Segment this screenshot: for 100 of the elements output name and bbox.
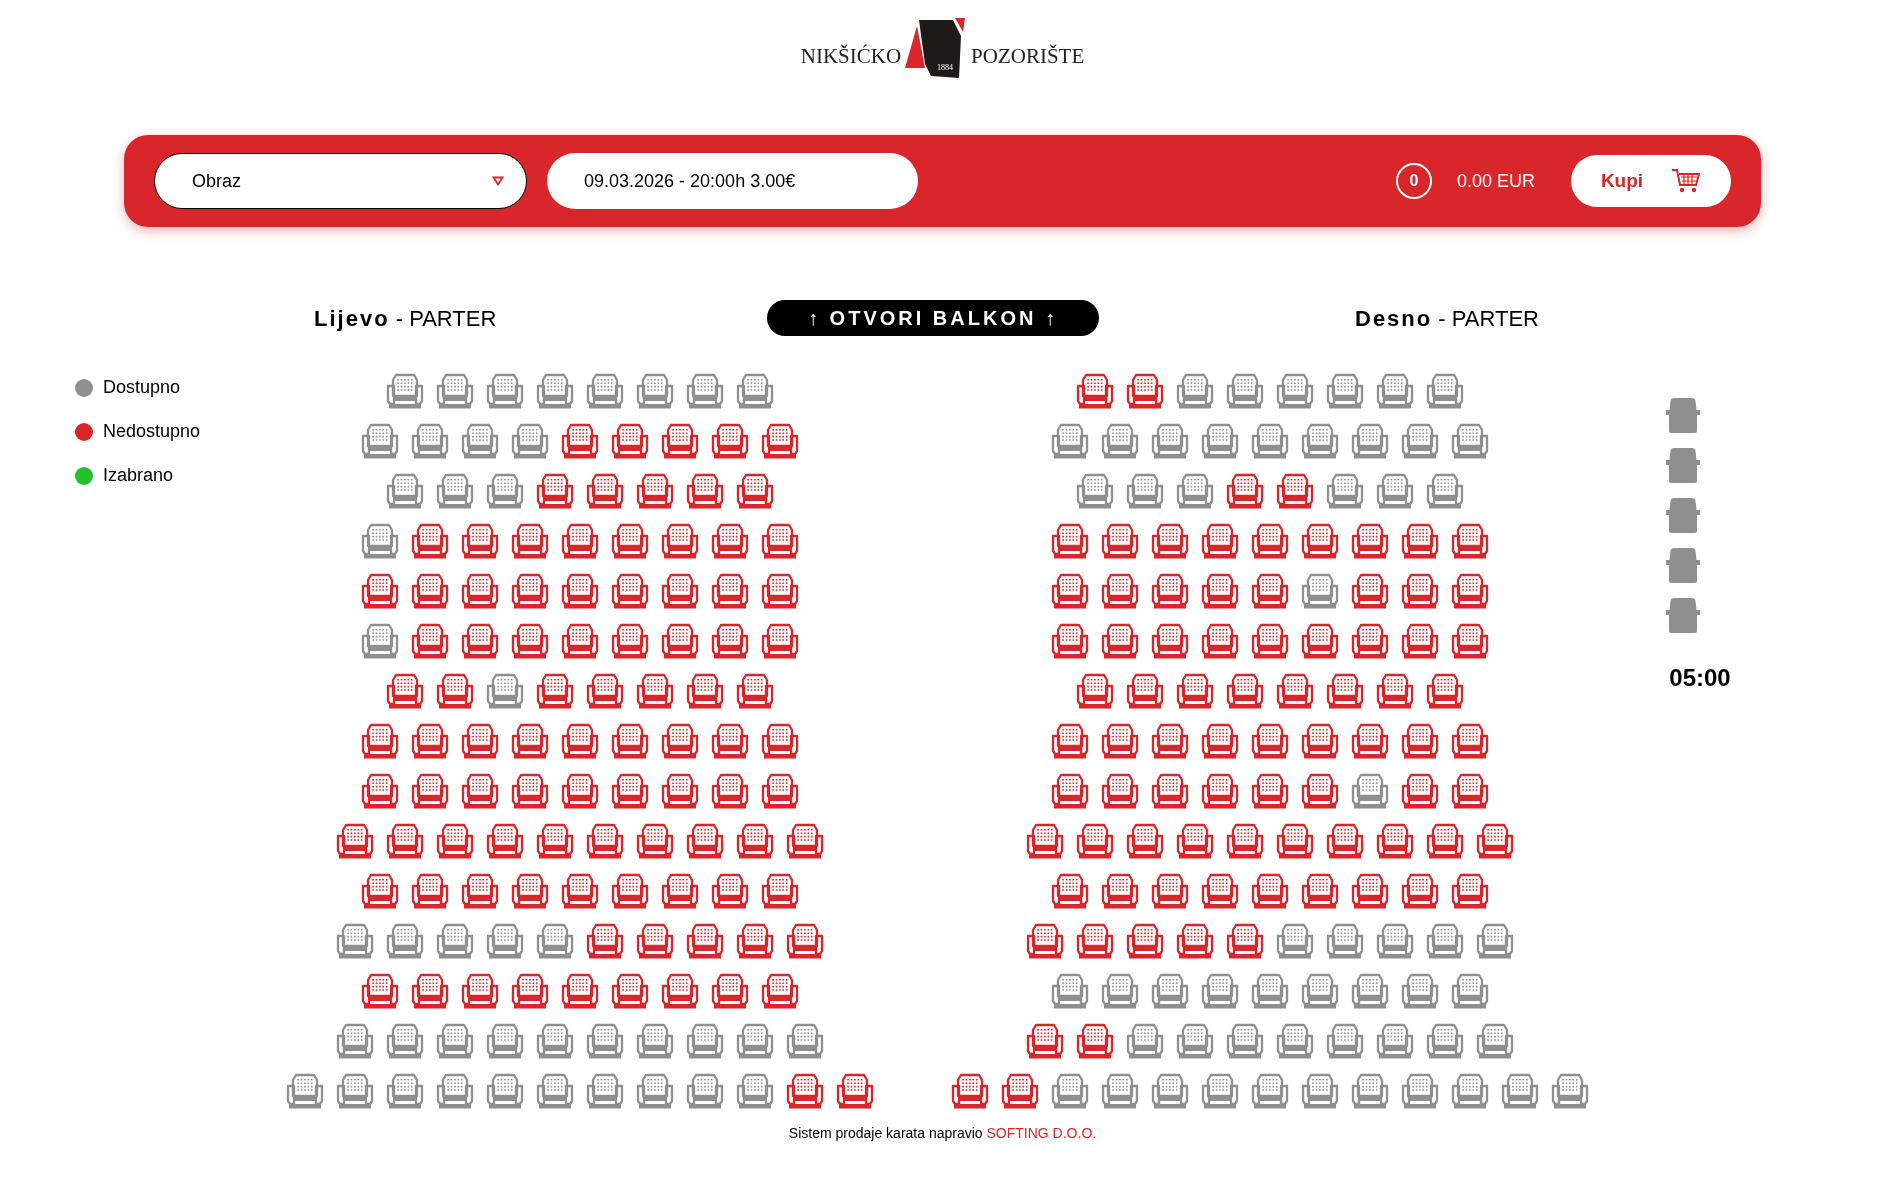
seat-icon[interactable]	[1425, 1022, 1465, 1059]
seat-icon[interactable]	[535, 672, 575, 709]
seat-icon[interactable]	[660, 572, 700, 609]
seat-icon[interactable]	[1400, 772, 1440, 809]
seat-icon[interactable]	[685, 1022, 725, 1059]
seat-icon[interactable]	[1300, 1072, 1340, 1109]
seat-icon[interactable]	[485, 1022, 525, 1059]
seat-icon[interactable]	[360, 872, 400, 909]
seat-icon[interactable]	[1075, 822, 1115, 859]
seat-icon[interactable]	[1250, 572, 1290, 609]
seat-icon[interactable]	[1250, 422, 1290, 459]
seat-icon[interactable]	[710, 622, 750, 659]
seat-icon[interactable]	[610, 972, 650, 1009]
seat-icon[interactable]	[385, 472, 425, 509]
seat-icon[interactable]	[1250, 972, 1290, 1009]
seat-icon[interactable]	[760, 722, 800, 759]
seat-icon[interactable]	[510, 622, 550, 659]
seat-icon[interactable]	[385, 1072, 425, 1109]
seat-icon[interactable]	[1225, 372, 1265, 409]
seat-icon[interactable]	[1375, 822, 1415, 859]
seat-icon[interactable]	[1250, 1072, 1290, 1109]
seat-icon[interactable]	[1275, 822, 1315, 859]
seat-icon[interactable]	[660, 622, 700, 659]
seat-icon[interactable]	[1250, 722, 1290, 759]
seat-icon[interactable]	[1150, 1072, 1190, 1109]
seat-icon[interactable]	[660, 522, 700, 559]
seat-icon[interactable]	[435, 1072, 475, 1109]
seat-icon[interactable]	[485, 372, 525, 409]
seat-icon[interactable]	[1400, 422, 1440, 459]
seat-icon[interactable]	[360, 522, 400, 559]
seat-icon[interactable]	[1000, 1072, 1040, 1109]
seat-icon[interactable]	[710, 872, 750, 909]
seat-icon[interactable]	[760, 972, 800, 1009]
seat-icon[interactable]	[285, 1072, 325, 1109]
seat-icon[interactable]	[1025, 922, 1065, 959]
seat-icon[interactable]	[1225, 1022, 1265, 1059]
open-balcony-button[interactable]: ↑ OTVORI BALKON ↑	[767, 300, 1099, 336]
seat-icon[interactable]	[1225, 822, 1265, 859]
buy-button[interactable]: Kupi	[1571, 155, 1731, 207]
seat-icon[interactable]	[1425, 672, 1465, 709]
seat-icon[interactable]	[1200, 572, 1240, 609]
seat-icon[interactable]	[735, 922, 775, 959]
seat-icon[interactable]	[635, 922, 675, 959]
seat-icon[interactable]	[610, 622, 650, 659]
seat-icon[interactable]	[360, 972, 400, 1009]
seat-icon[interactable]	[1350, 772, 1390, 809]
seat-icon[interactable]	[1125, 672, 1165, 709]
seat-icon[interactable]	[1225, 922, 1265, 959]
seat-icon[interactable]	[610, 572, 650, 609]
seat-icon[interactable]	[660, 772, 700, 809]
seat-icon[interactable]	[1300, 772, 1340, 809]
seat-icon[interactable]	[1200, 772, 1240, 809]
seat-icon[interactable]	[585, 822, 625, 859]
seat-icon[interactable]	[335, 822, 375, 859]
seat-icon[interactable]	[1275, 672, 1315, 709]
seat-icon[interactable]	[1250, 872, 1290, 909]
seat-icon[interactable]	[360, 722, 400, 759]
seat-icon[interactable]	[1450, 622, 1490, 659]
seat-icon[interactable]	[485, 472, 525, 509]
seat-icon[interactable]	[435, 672, 475, 709]
seat-icon[interactable]	[435, 372, 475, 409]
seat-icon[interactable]	[335, 1022, 375, 1059]
seat-icon[interactable]	[1125, 372, 1165, 409]
seat-icon[interactable]	[535, 922, 575, 959]
seat-icon[interactable]	[1125, 1022, 1165, 1059]
seat-icon[interactable]	[1200, 722, 1240, 759]
seat-icon[interactable]	[460, 872, 500, 909]
seat-icon[interactable]	[760, 622, 800, 659]
seat-icon[interactable]	[1050, 622, 1090, 659]
seat-icon[interactable]	[1550, 1072, 1590, 1109]
seat-icon[interactable]	[760, 422, 800, 459]
seat-icon[interactable]	[385, 1022, 425, 1059]
seat-icon[interactable]	[1150, 772, 1190, 809]
seat-icon[interactable]	[1075, 472, 1115, 509]
seat-icon[interactable]	[1300, 872, 1340, 909]
seat-icon[interactable]	[1325, 672, 1365, 709]
seat-icon[interactable]	[410, 972, 450, 1009]
seat-icon[interactable]	[610, 422, 650, 459]
seat-icon[interactable]	[485, 1072, 525, 1109]
seat-icon[interactable]	[1125, 922, 1165, 959]
seat-icon[interactable]	[1350, 422, 1390, 459]
seat-icon[interactable]	[1100, 1072, 1140, 1109]
seat-icon[interactable]	[1350, 872, 1390, 909]
seat-icon[interactable]	[1375, 1022, 1415, 1059]
seat-icon[interactable]	[485, 672, 525, 709]
seat-icon[interactable]	[1450, 1072, 1490, 1109]
seat-icon[interactable]	[685, 922, 725, 959]
seat-icon[interactable]	[360, 422, 400, 459]
seat-icon[interactable]	[1050, 522, 1090, 559]
seat-icon[interactable]	[1500, 1072, 1540, 1109]
seat-icon[interactable]	[585, 472, 625, 509]
seat-icon[interactable]	[535, 1072, 575, 1109]
seat-icon[interactable]	[1075, 1022, 1115, 1059]
seat-icon[interactable]	[1175, 822, 1215, 859]
seat-icon[interactable]	[1250, 522, 1290, 559]
seat-icon[interactable]	[785, 822, 825, 859]
seat-icon[interactable]	[1025, 822, 1065, 859]
seat-icon[interactable]	[385, 822, 425, 859]
seat-icon[interactable]	[1350, 722, 1390, 759]
seat-icon[interactable]	[1150, 972, 1190, 1009]
